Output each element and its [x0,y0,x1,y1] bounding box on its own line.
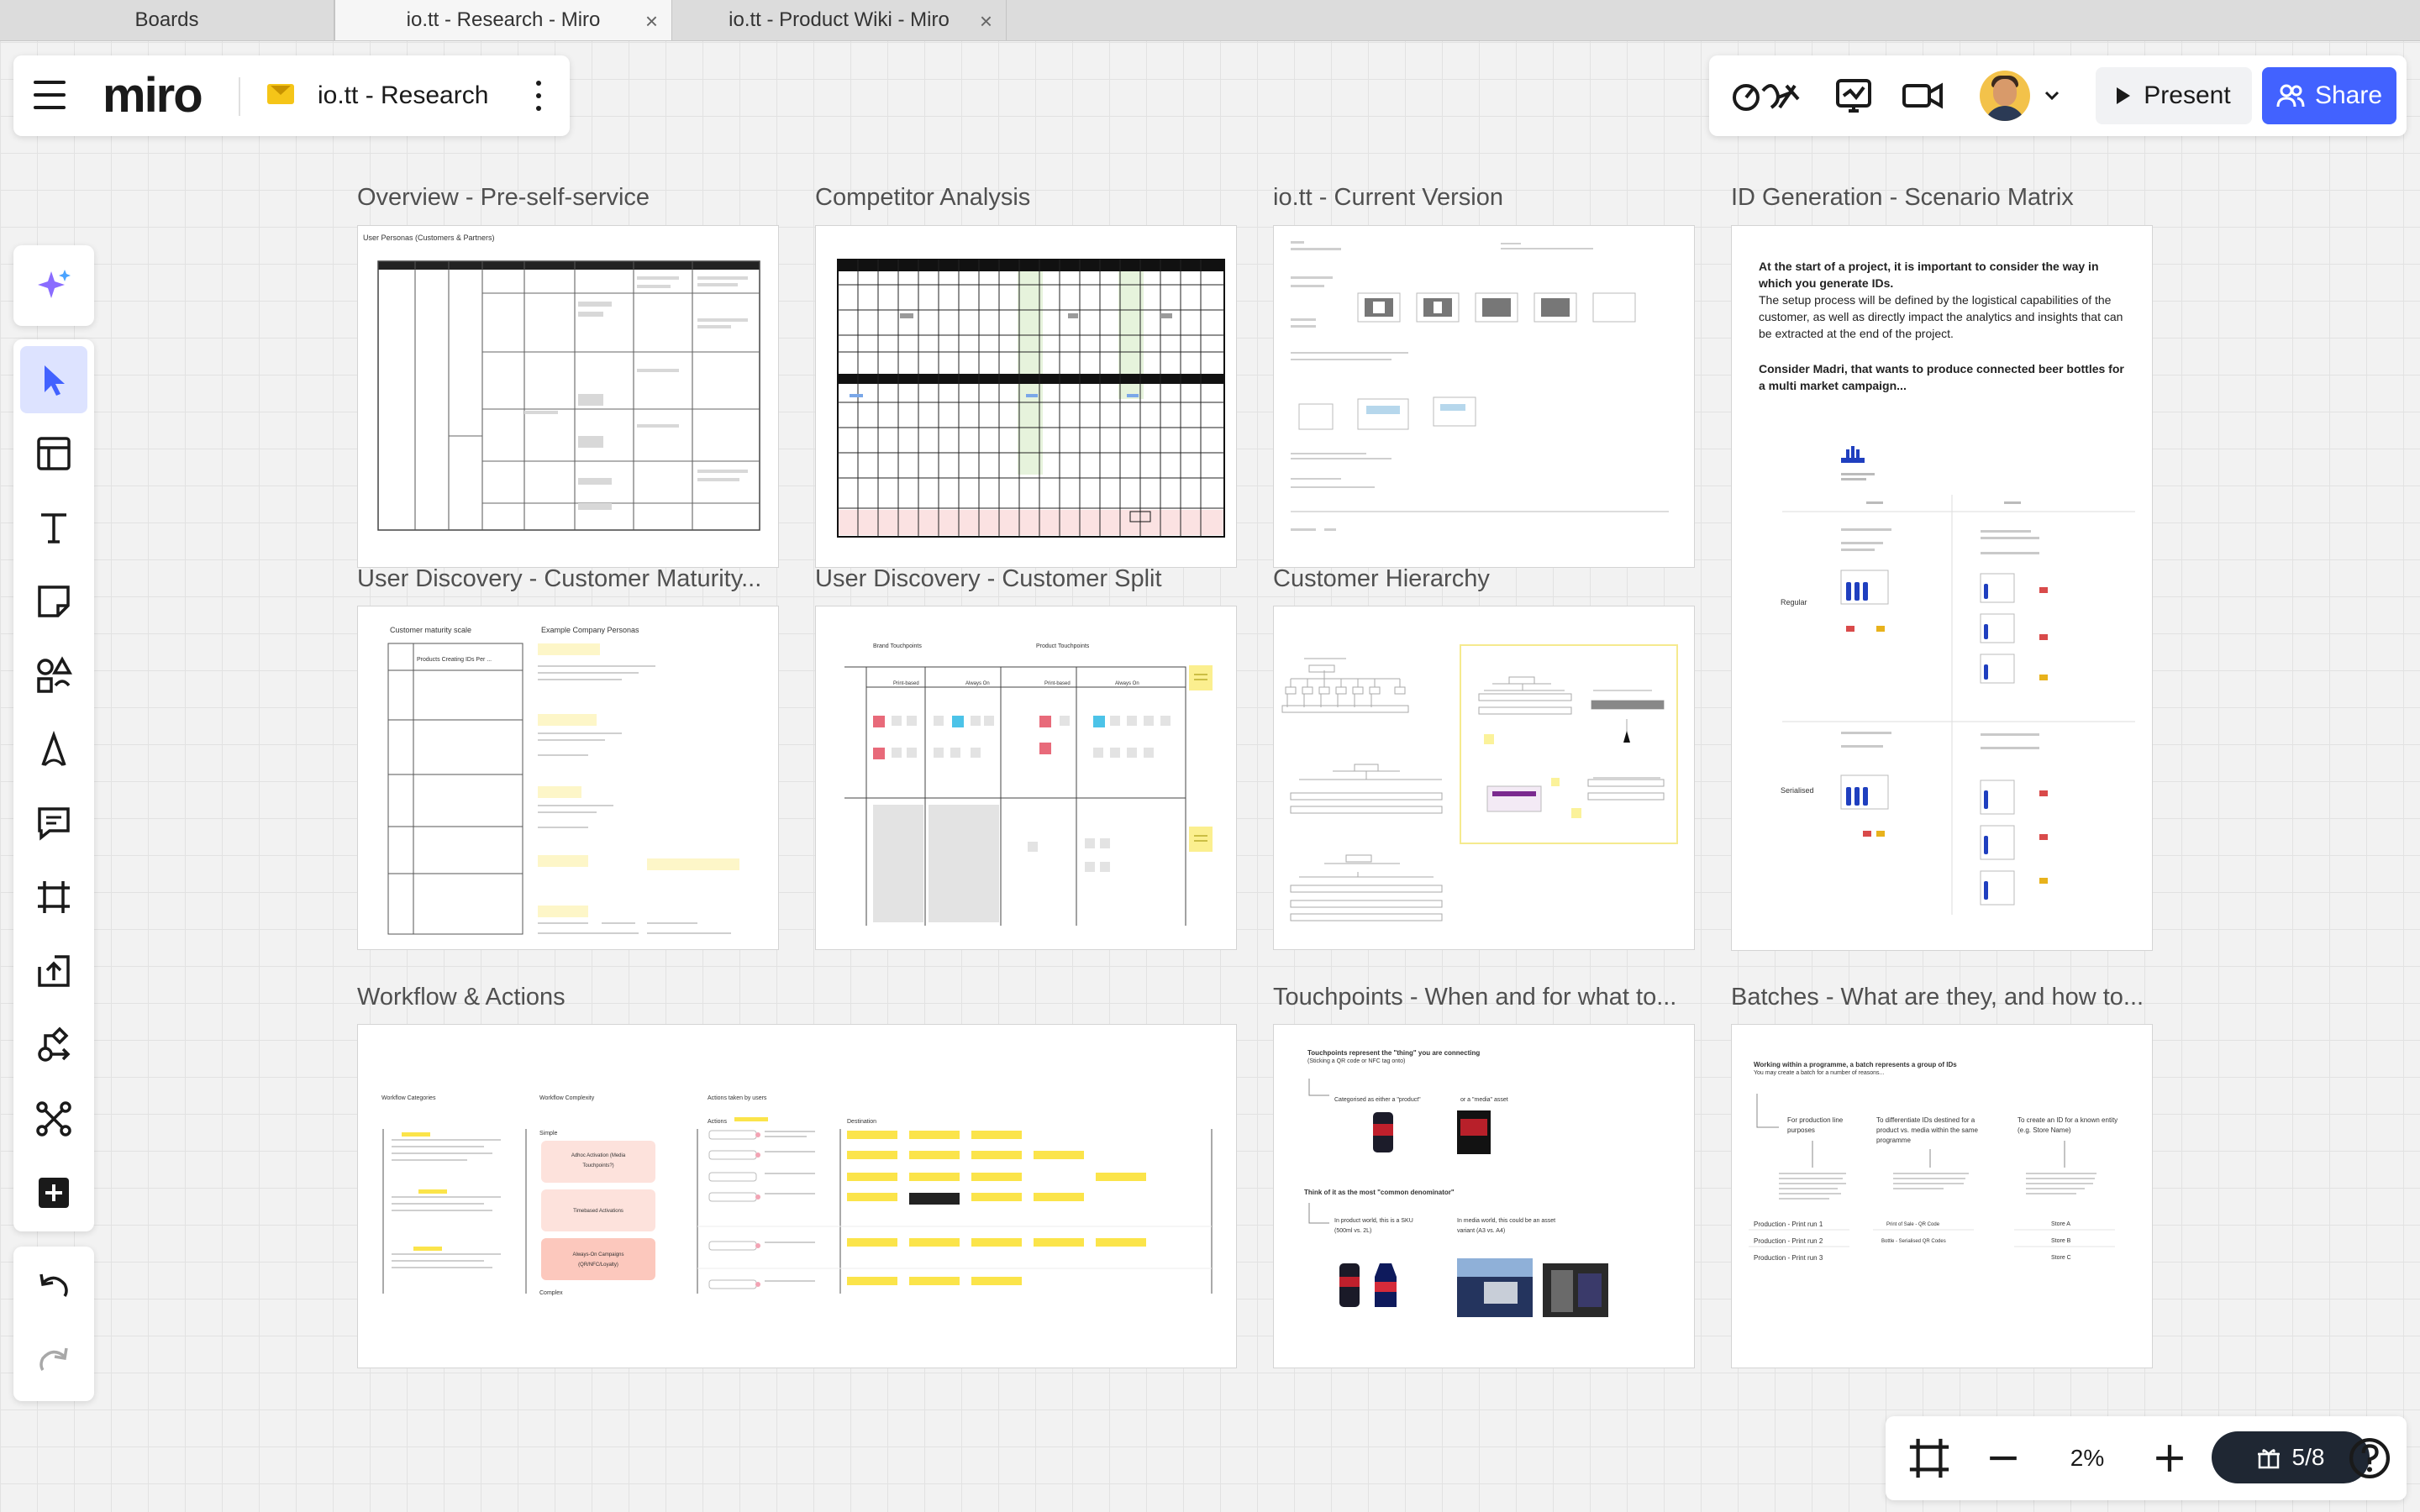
present-button[interactable]: Present [2096,67,2252,124]
select-tool-cursor-icon[interactable] [20,346,87,413]
video-call-icon[interactable] [1901,76,1944,116]
users-icon [2276,84,2305,108]
templates-icon[interactable] [20,420,87,487]
envelope-icon [267,84,294,104]
frame-tool-icon[interactable] [20,864,87,931]
tab-label: Boards [134,8,199,31]
persona-table [377,260,760,531]
frame-touchpoints[interactable]: Touchpoints represent the "thing" you ar… [1273,1024,1695,1368]
creation-toolbar [13,339,94,1231]
split-matrix [844,665,1213,926]
tab-label: io.tt - Product Wiki - Miro [729,8,950,31]
divider [239,77,240,116]
tab-label: io.tt - Research - Miro [406,8,601,31]
touchpoint-images [1308,1079,1608,1317]
play-icon [2117,87,2131,104]
frame-title[interactable]: User Discovery - Customer Split [815,565,1162,593]
frame-title[interactable]: ID Generation - Scenario Matrix [1731,184,2074,212]
batches-diagram [1749,1094,2115,1247]
frame-competitor-analysis[interactable] [815,225,1237,568]
frame-title[interactable]: Customer Hierarchy [1273,565,1490,593]
ai-assist-sparkle-icon[interactable] [20,252,87,319]
zoom-out-icon[interactable] [1980,1435,2027,1482]
close-tab-icon[interactable]: × [645,8,658,34]
history-toolbar [13,1247,94,1401]
current-version-wireframes [1291,241,1669,531]
frame-customer-split[interactable]: Brand Touchpoints Product Touchpoints Pr… [815,606,1237,950]
gift-icon [2257,1449,2280,1469]
ai-panel [13,245,94,326]
frame-workflow-actions[interactable]: Workflow Categories Workflow Complexity … [357,1024,1237,1368]
more-options-icon[interactable] [526,77,551,114]
frame-title[interactable]: Touchpoints - When and for what to... [1273,984,1676,1011]
frame-title[interactable]: Batches - What are they, and how to... [1731,984,2144,1011]
competitor-grid [837,259,1225,538]
workflow-box: Timebased Activations [573,1209,623,1214]
share-label: Share [2314,81,2383,109]
pen-tool-icon[interactable] [20,716,87,783]
fit-to-screen-icon[interactable] [1906,1435,1953,1482]
frame-id-generation[interactable]: At the start of a project, it is importa… [1731,225,2153,951]
user-avatar[interactable] [1980,71,2030,121]
sticky-note-icon[interactable] [20,568,87,635]
workflow-box: Always-On Campaigns (QR/NFC/Loyalty) [572,1252,624,1268]
tab-product-wiki[interactable]: io.tt - Product Wiki - Miro × [672,0,1007,40]
scenario-matrix [1782,446,2135,915]
browser-tab-strip: Boards io.tt - Research - Miro × io.tt -… [0,0,2420,41]
present-label: Present [2144,81,2231,109]
frame-batches[interactable]: Working within a programme, a batch repr… [1731,1024,2153,1368]
share-button[interactable]: Share [2262,67,2396,124]
more-apps-plus-icon[interactable] [20,1159,87,1226]
zoom-level[interactable]: 2% [2050,1435,2124,1482]
activity-icon[interactable] [1833,76,1874,116]
frame-overview[interactable]: User Personas (Customers & Partners) [357,225,779,568]
workflow-box: Adhoc Activation (Media Touchpoints?) [571,1153,626,1168]
chevron-down-icon[interactable] [2044,87,2060,104]
diagramming-icon[interactable] [20,1011,87,1079]
maturity-table [387,643,739,935]
board-title[interactable]: io.tt - Research [318,79,488,113]
collaboration-toolbar: Present Share [1709,55,2407,136]
frame-customer-hierarchy[interactable] [1273,606,1695,950]
frame-customer-maturity[interactable]: Customer maturity scale Example Company … [357,606,779,950]
frame-current-version[interactable] [1273,225,1695,568]
frame-title[interactable]: Competitor Analysis [815,184,1030,212]
redo-icon[interactable] [20,1327,87,1394]
tab-boards[interactable]: Boards [0,0,334,40]
reactions-icon[interactable] [1728,74,1803,118]
board-header: miro io.tt - Research [13,55,570,136]
integrations-icon[interactable] [20,1085,87,1152]
shapes-icon[interactable] [20,642,87,709]
close-tab-icon[interactable]: × [980,8,992,34]
frame-title[interactable]: Workflow & Actions [357,984,566,1011]
frame-title[interactable]: io.tt - Current Version [1273,184,1503,212]
upload-icon[interactable] [20,937,87,1005]
frame-title[interactable]: User Discovery - Customer Maturity... [357,565,761,593]
help-icon[interactable] [2346,1435,2393,1482]
credits-count: 5/8 [2291,1444,2325,1470]
undo-icon[interactable] [20,1253,87,1320]
comment-icon[interactable] [20,790,87,857]
zoom-in-icon[interactable] [2146,1435,2193,1482]
zoom-controls: 2% 5/8 [1886,1416,2407,1500]
frame-title[interactable]: Overview - Pre-self-service [357,184,650,212]
tab-research-board[interactable]: io.tt - Research - Miro × [334,0,672,40]
workflow-diagram [382,1117,1213,1294]
hamburger-menu-icon[interactable] [34,81,66,111]
miro-logo[interactable]: miro [103,67,203,124]
text-tool-icon[interactable] [20,494,87,561]
hierarchy-trees [1281,644,1678,921]
